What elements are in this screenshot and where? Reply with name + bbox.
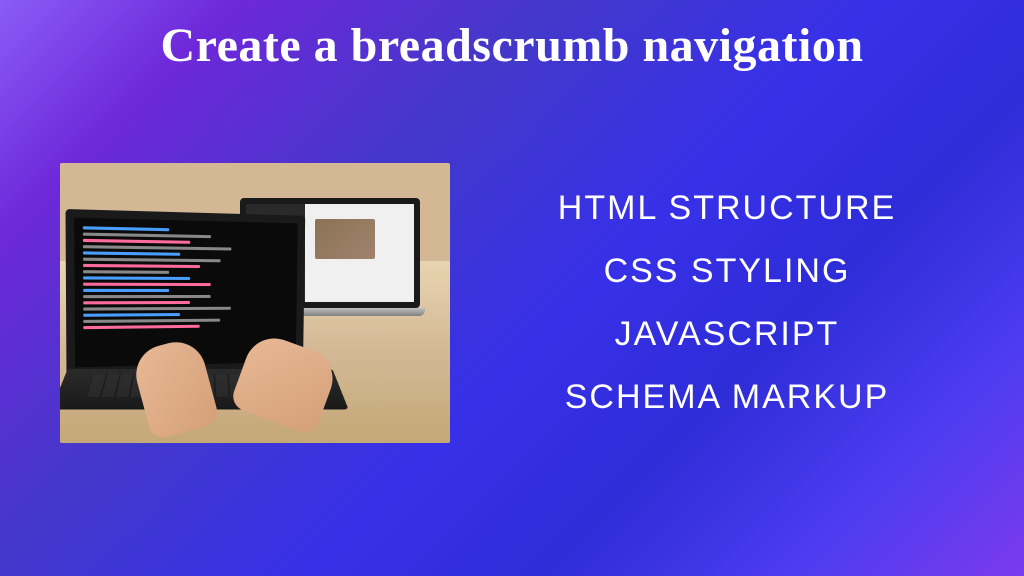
topic-css: CSS STYLING <box>604 252 851 291</box>
topics-list: HTML STRUCTURE CSS STYLING JAVASCRIPT SC… <box>490 189 964 417</box>
topic-schema: SCHEMA MARKUP <box>565 378 890 417</box>
page-title: Create a breadscrumb navigation <box>0 0 1024 73</box>
laptop-illustration <box>60 163 450 443</box>
topic-html: HTML STRUCTURE <box>558 189 896 228</box>
content-area: HTML STRUCTURE CSS STYLING JAVASCRIPT SC… <box>0 163 1024 443</box>
topic-javascript: JAVASCRIPT <box>615 315 840 354</box>
